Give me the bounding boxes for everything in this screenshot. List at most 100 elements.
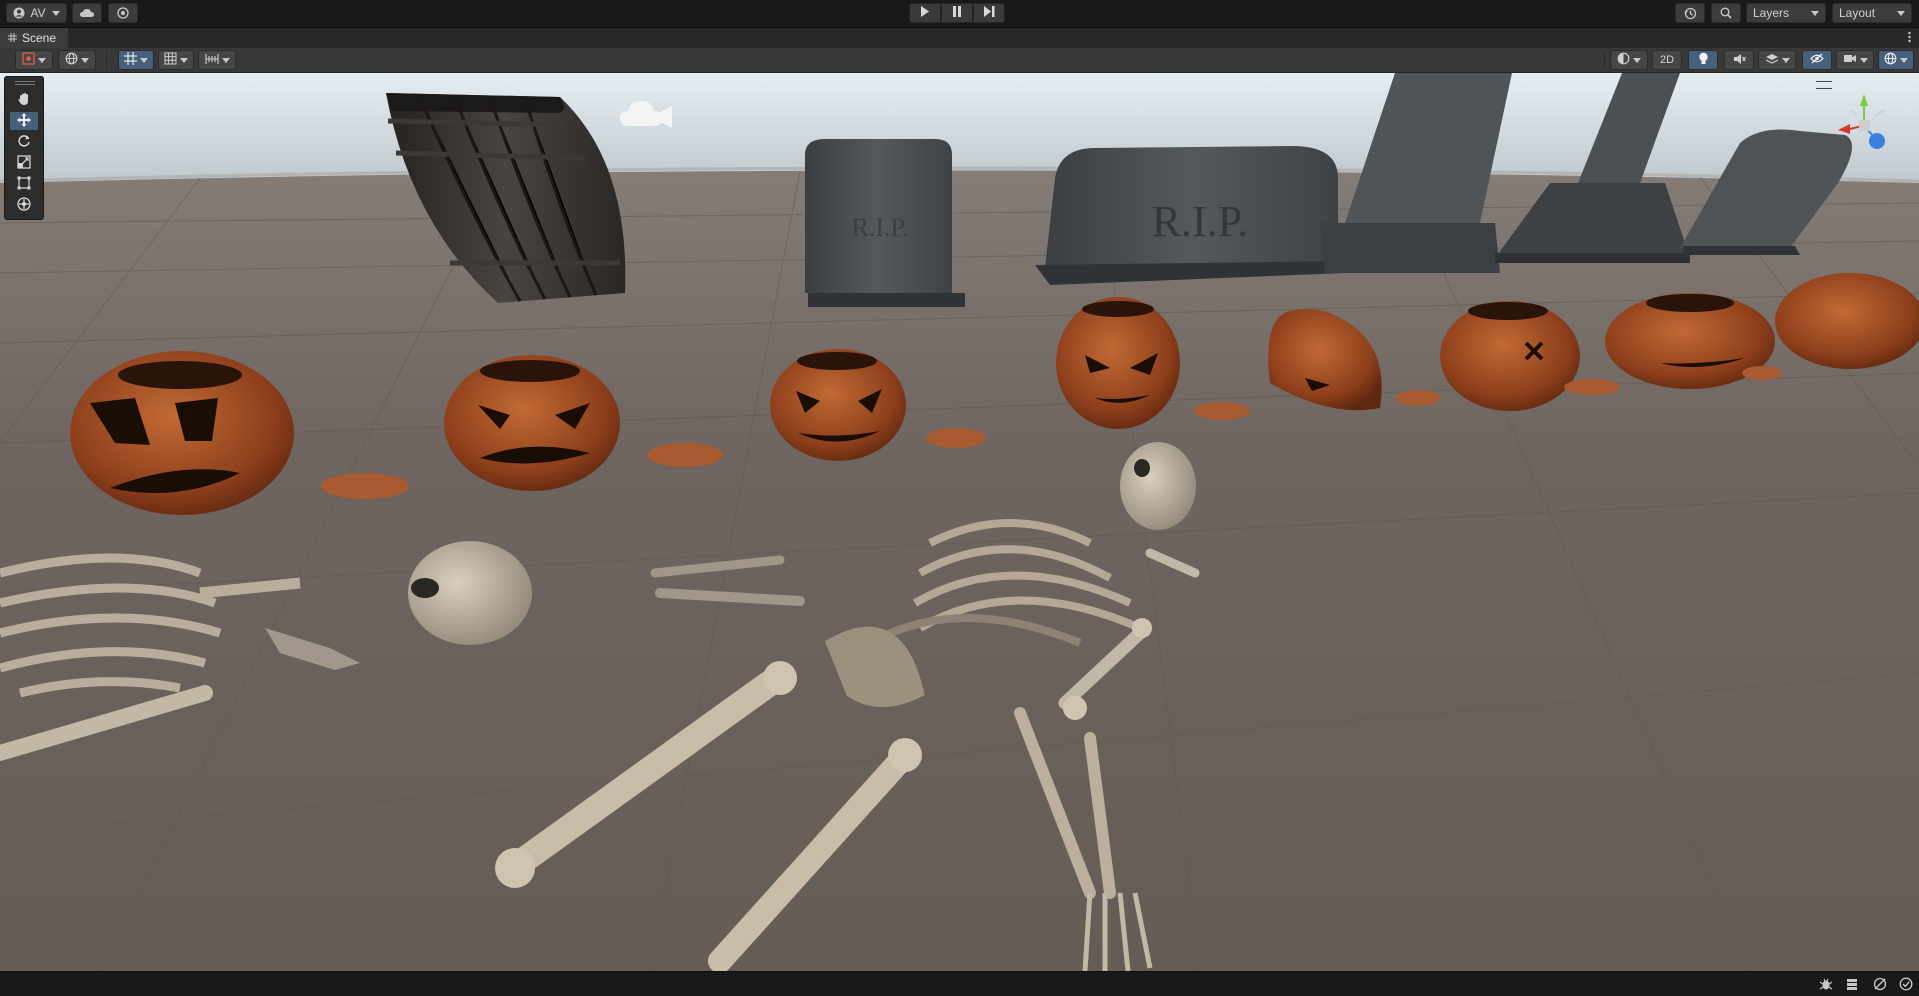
rect-tool[interactable] bbox=[10, 175, 38, 193]
cloud-icon bbox=[79, 8, 95, 18]
grid-visibility-dropdown[interactable] bbox=[158, 50, 194, 70]
main-toolbar: AV Layers Layout bbox=[0, 0, 1919, 28]
grid-icon bbox=[164, 52, 177, 68]
play-button[interactable] bbox=[909, 3, 941, 23]
effects-stack-icon bbox=[1765, 53, 1779, 68]
history-icon bbox=[1684, 7, 1697, 20]
scale-icon bbox=[17, 154, 31, 172]
grid-snapping-dropdown[interactable] bbox=[118, 50, 154, 70]
scale-tool[interactable] bbox=[10, 154, 38, 172]
chevron-down-icon bbox=[1781, 57, 1790, 63]
hash-grid-icon bbox=[8, 31, 17, 45]
transform-tool[interactable] bbox=[10, 196, 38, 214]
pumpkin-1[interactable] bbox=[70, 351, 294, 515]
y-axis-cone[interactable] bbox=[1860, 94, 1868, 106]
toolbar-separator bbox=[1604, 52, 1605, 68]
scene-tab-label: Scene bbox=[22, 31, 57, 45]
undo-history-button[interactable] bbox=[1675, 3, 1705, 23]
search-icon bbox=[1720, 7, 1732, 19]
step-icon bbox=[983, 6, 995, 20]
scene-viewport[interactable]: R.I.P. R.I.P. bbox=[0, 73, 1919, 971]
draw-mode-dropdown[interactable] bbox=[15, 50, 53, 70]
grid-snap-icon bbox=[124, 52, 137, 68]
gizmo-globe-icon bbox=[1884, 52, 1897, 68]
database-icon[interactable] bbox=[1844, 976, 1860, 992]
effects-dropdown[interactable] bbox=[1758, 50, 1796, 70]
chevron-down-icon bbox=[1897, 10, 1905, 16]
toolbar-separator bbox=[106, 52, 107, 68]
rotate-tool[interactable] bbox=[10, 133, 38, 151]
layout-dropdown[interactable]: Layout bbox=[1832, 3, 1912, 23]
camera-settings-dropdown[interactable] bbox=[1836, 50, 1874, 70]
globe-icon bbox=[65, 52, 78, 68]
account-dropdown[interactable]: AV bbox=[6, 3, 67, 23]
collab-button[interactable] bbox=[108, 3, 138, 23]
account-label: AV bbox=[30, 6, 46, 20]
chevron-down-icon bbox=[38, 57, 46, 63]
layers-label: Layers bbox=[1753, 6, 1790, 20]
play-icon bbox=[920, 6, 930, 20]
pumpkin-6[interactable] bbox=[1440, 301, 1580, 411]
eye-slash-icon bbox=[1810, 53, 1824, 67]
sphere-icon bbox=[1617, 52, 1630, 68]
audio-toggle[interactable] bbox=[1724, 50, 1754, 70]
orientation-gizmo[interactable] bbox=[1832, 88, 1912, 168]
move-arrows-icon bbox=[17, 112, 31, 130]
layers-dropdown[interactable]: Layers bbox=[1746, 3, 1826, 23]
lighting-toggle[interactable] bbox=[1688, 50, 1718, 70]
pause-button[interactable] bbox=[941, 3, 973, 23]
pumpkin-4[interactable] bbox=[1056, 297, 1180, 429]
ruler-icon bbox=[204, 53, 219, 68]
pumpkin-8[interactable] bbox=[1775, 273, 1919, 369]
gizmo-menu-handle[interactable] bbox=[1816, 81, 1832, 89]
gizmos-dropdown[interactable] bbox=[1878, 50, 1914, 70]
increment-snap-dropdown[interactable] bbox=[198, 50, 236, 70]
cloud-button[interactable] bbox=[72, 3, 102, 23]
tombstone-small[interactable]: R.I.P. bbox=[805, 139, 965, 307]
hand-tool[interactable] bbox=[10, 91, 38, 109]
tab-scene[interactable]: Scene bbox=[0, 28, 69, 48]
playmode-controls bbox=[909, 3, 1005, 23]
chevron-down-icon bbox=[140, 57, 148, 63]
toggle-2d-button[interactable]: 2D bbox=[1652, 50, 1682, 70]
chevron-down-icon bbox=[1633, 57, 1641, 63]
status-bar bbox=[0, 971, 1919, 996]
rotate-icon bbox=[17, 134, 31, 151]
shading-dropdown[interactable] bbox=[1610, 50, 1648, 70]
chevron-down-icon bbox=[180, 57, 188, 63]
tombstone-large-inscription: R.I.P. bbox=[1152, 197, 1249, 246]
chevron-down-icon bbox=[52, 10, 60, 16]
shading-mode-icon bbox=[22, 52, 35, 68]
chevron-down-icon bbox=[1900, 57, 1908, 63]
chevron-down-icon bbox=[1859, 57, 1868, 63]
check-circle-icon[interactable] bbox=[1898, 976, 1914, 992]
tombstone-small-inscription: R.I.P. bbox=[851, 213, 908, 242]
more-options-icon[interactable] bbox=[1908, 31, 1911, 46]
chevron-down-icon bbox=[81, 57, 89, 63]
global-local-dropdown[interactable] bbox=[58, 50, 96, 70]
rect-transform-icon bbox=[17, 176, 31, 193]
step-button[interactable] bbox=[973, 3, 1005, 23]
auto-generate-lighting-icon[interactable] bbox=[1872, 976, 1888, 992]
skull-far[interactable] bbox=[1120, 442, 1196, 530]
account-icon bbox=[13, 7, 25, 19]
pause-icon bbox=[952, 6, 962, 20]
camera-icon bbox=[1843, 53, 1857, 67]
pumpkin-2[interactable] bbox=[444, 355, 620, 491]
search-button[interactable] bbox=[1711, 3, 1741, 23]
tombstone-large[interactable]: R.I.P. bbox=[1035, 146, 1345, 285]
transform-globe-icon bbox=[17, 196, 31, 214]
bug-icon[interactable] bbox=[1818, 976, 1834, 992]
scene-visibility-toggle[interactable] bbox=[1802, 50, 1832, 70]
lightbulb-icon bbox=[1698, 52, 1709, 68]
scene-view-toolbar: 2D bbox=[0, 48, 1919, 73]
target-icon bbox=[117, 7, 129, 19]
move-tool[interactable] bbox=[10, 112, 38, 130]
speaker-muted-icon bbox=[1733, 53, 1746, 68]
palette-grip[interactable] bbox=[15, 81, 35, 85]
scene-render: R.I.P. R.I.P. bbox=[0, 73, 1919, 971]
x-axis-cone[interactable] bbox=[1838, 124, 1850, 134]
pumpkin-3[interactable] bbox=[770, 349, 906, 461]
chevron-down-icon bbox=[1811, 10, 1819, 16]
transform-tool-palette bbox=[4, 76, 44, 220]
